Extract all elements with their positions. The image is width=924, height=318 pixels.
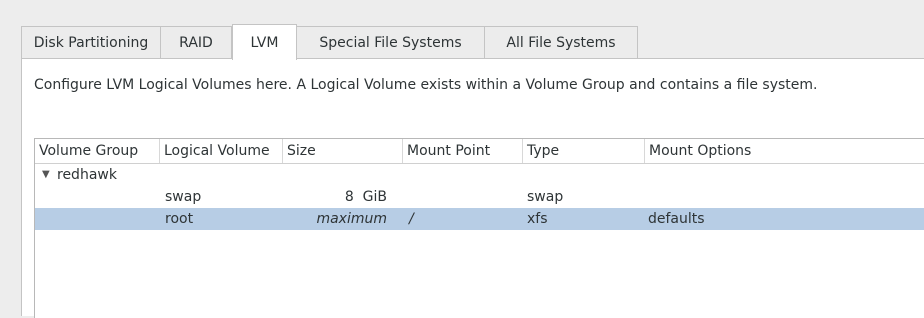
- tab-disk-partitioning[interactable]: Disk Partitioning: [21, 26, 161, 59]
- lv-mount-options: defaults: [648, 211, 705, 227]
- expander-arrow-icon[interactable]: ▼: [42, 164, 50, 186]
- column-header-mount-point[interactable]: Mount Point: [403, 139, 523, 163]
- logical-volume-row-root[interactable]: root maximum / xfs defaults: [35, 208, 924, 230]
- lv-mount-point: /: [409, 211, 414, 227]
- lvm-description: Configure LVM Logical Volumes here. A Lo…: [34, 77, 818, 93]
- lv-type: swap: [527, 189, 564, 205]
- column-header-logical-volume[interactable]: Logical Volume: [160, 139, 283, 163]
- lv-name: swap: [165, 189, 202, 205]
- column-header-size[interactable]: Size: [283, 139, 403, 163]
- tab-lvm[interactable]: LVM: [232, 24, 297, 60]
- volume-group-name: redhawk: [57, 167, 117, 183]
- column-header-volume-group[interactable]: Volume Group: [35, 139, 160, 163]
- logical-volume-tree[interactable]: Volume Group Logical Volume Size Mount P…: [34, 138, 924, 318]
- lvm-panel: Configure LVM Logical Volumes here. A Lo…: [21, 58, 924, 318]
- lv-size: maximum: [316, 211, 387, 227]
- tab-all-file-systems[interactable]: All File Systems: [485, 26, 638, 59]
- lv-type: xfs: [527, 211, 548, 227]
- logical-volume-row-swap[interactable]: swap 8 GiB swap: [35, 186, 924, 208]
- volume-group-row[interactable]: ▼ redhawk: [35, 164, 924, 186]
- tree-header: Volume Group Logical Volume Size Mount P…: [35, 139, 924, 164]
- lv-size: 8 GiB: [344, 189, 387, 205]
- lv-name: root: [165, 211, 194, 227]
- column-header-mount-options[interactable]: Mount Options: [645, 139, 924, 163]
- tab-bar: Disk Partitioning RAID LVM Special File …: [21, 24, 638, 60]
- tab-raid[interactable]: RAID: [161, 26, 232, 59]
- tab-special-file-systems[interactable]: Special File Systems: [297, 26, 485, 59]
- column-header-type[interactable]: Type: [523, 139, 645, 163]
